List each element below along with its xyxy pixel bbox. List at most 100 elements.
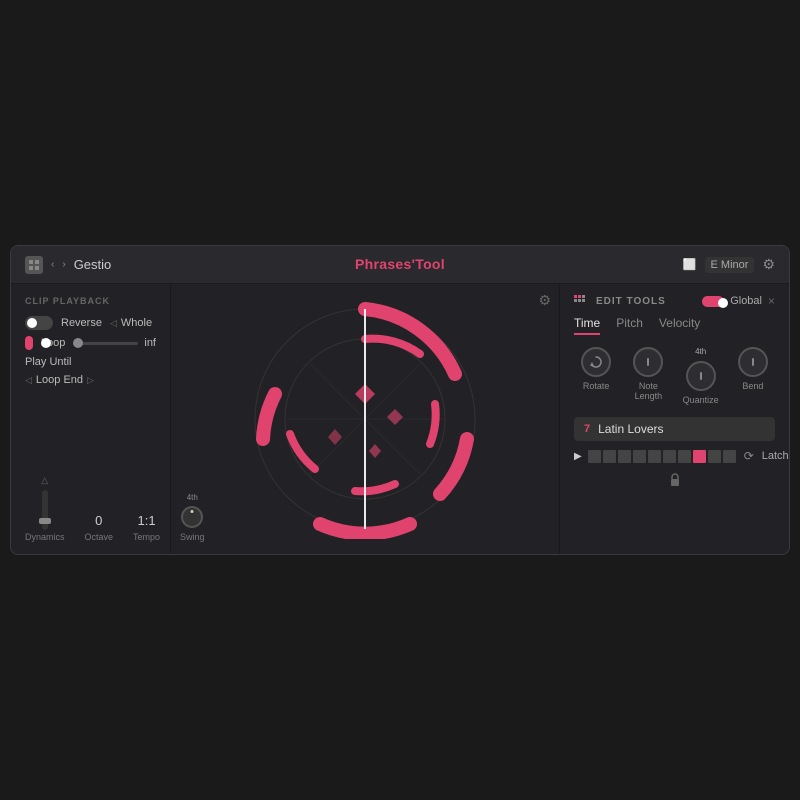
loop-toggle[interactable] [25,336,33,350]
edit-tools-header: EDIT TOOLS Global × [574,294,775,308]
loop-end-row: ◁ Loop End ▷ [25,374,156,386]
note-length-indicator [647,358,649,366]
note-length-label: Note Length [626,381,670,401]
playback-row: ▶ ⟳ Latch [574,449,775,463]
reverse-toggle[interactable] [25,316,53,330]
tempo-label: Tempo [133,532,160,542]
bend-indicator [752,358,754,366]
pb-block-10[interactable] [723,450,736,463]
latch-button[interactable]: Latch [762,450,789,462]
close-edit-tools-button[interactable]: × [768,294,775,308]
bottom-controls: △ Dynamics 0 Octave 1:1 Tempo 4th [25,467,156,542]
loop-inf-value: inf [144,337,156,349]
plugin-icon [25,256,43,274]
grid-icon [574,295,588,307]
pb-block-9[interactable] [708,450,721,463]
visualizer-settings-icon[interactable]: ⚙ [538,292,551,309]
main-content: CLIP PLAYBACK Reverse ◁ Whole Loop inf [11,284,789,554]
reverse-label: Reverse [61,317,102,329]
bend-label: Bend [742,381,763,391]
header-left: ‹ › Gestio [25,256,275,274]
phrase-number: 7 [584,423,590,435]
reverse-row: Reverse ◁ Whole [25,316,156,330]
save-icon[interactable]: ⬜ [683,258,697,271]
pb-block-4[interactable] [633,450,646,463]
global-label: Global [730,295,762,307]
quantize-knob[interactable] [686,361,716,391]
whole-prev-arrow[interactable]: ◁ [110,318,117,329]
note-length-tool[interactable]: Note Length [626,347,670,405]
lock-icon [574,473,775,490]
key-label[interactable]: E Minor [705,257,755,273]
tempo-value: 1:1 [138,513,156,528]
phrase-selector[interactable]: 7 Latin Lovers [574,417,775,441]
right-panel: EDIT TOOLS Global × Time Pitch Velocity [559,284,789,554]
pb-block-2[interactable] [603,450,616,463]
center-panel: ⚙ [171,284,559,554]
tab-pitch[interactable]: Pitch [616,316,643,335]
loop-end-control[interactable]: ◁ Loop End ▷ [25,374,94,386]
nav-forward-arrow[interactable]: › [62,259,65,270]
play-until-label: Play Until [25,356,71,368]
title-phrases: Phrases [355,256,412,272]
title-tool: Tool [415,256,445,272]
loop-playback-icon[interactable]: ⟳ [744,449,754,463]
whole-control[interactable]: ◁ Whole [110,317,152,329]
pb-block-7[interactable] [678,450,691,463]
rotate-label: Rotate [583,381,610,391]
global-toggle[interactable] [702,296,724,307]
tempo-control: 1:1 Tempo [133,513,160,542]
pb-block-6[interactable] [663,450,676,463]
playback-blocks [588,450,736,463]
dynamics-thumb[interactable] [39,518,51,524]
quantize-tool[interactable]: 4th Quantize [679,347,723,405]
settings-gear-icon[interactable]: ⚙ [762,256,775,273]
edit-tools-label: EDIT TOOLS [596,296,666,307]
dynamics-track[interactable] [42,490,48,530]
dynamics-fader: △ Dynamics [25,475,65,542]
app-title: Phrases'Tool [355,256,445,272]
pb-block-1[interactable] [588,450,601,463]
loop-end-prev[interactable]: ◁ [25,375,32,386]
octave-label: Octave [85,532,114,542]
pb-block-5[interactable] [648,450,661,463]
loop-track [73,342,138,345]
left-panel: CLIP PLAYBACK Reverse ◁ Whole Loop inf [11,284,171,554]
rotate-knob[interactable] [581,347,611,377]
pb-block-8[interactable] [693,450,706,463]
bend-knob[interactable] [738,347,768,377]
header-right: ⬜ E Minor ⚙ [525,256,775,273]
quantize-label: Quantize [683,395,719,405]
note-length-knob[interactable] [633,347,663,377]
tools-grid: Rotate Note Length 4th Quantize [574,347,775,405]
phrase-name: Latin Lovers [598,422,663,436]
loop-slider[interactable]: inf [73,337,156,349]
play-button[interactable]: ▶ [574,451,582,462]
tab-velocity[interactable]: Velocity [659,316,700,335]
nav-back-arrow[interactable]: ‹ [51,259,54,270]
octave-control: 0 Octave [85,513,114,542]
play-until-row: Play Until [25,356,156,368]
rotate-tool[interactable]: Rotate [574,347,618,405]
loop-row: Loop inf [25,336,156,350]
loop-end-value: Loop End [36,374,83,386]
loop-thumb[interactable] [73,338,83,348]
dynamics-up-arrow: △ [41,475,48,486]
global-toggle-row: Global × [702,294,775,308]
header-center: Phrases'Tool [275,256,525,274]
header-bar: ‹ › Gestio Phrases'Tool ⬜ E Minor ⚙ [11,246,789,284]
plugin-window: ‹ › Gestio Phrases'Tool ⬜ E Minor ⚙ CLIP… [10,245,790,555]
clip-playback-label: CLIP PLAYBACK [25,296,156,306]
quantize-4th-value: 4th [695,347,706,356]
loop-end-next[interactable]: ▷ [87,375,94,386]
dynamics-label: Dynamics [25,532,65,542]
plugin-name: Gestio [74,257,112,272]
tab-time[interactable]: Time [574,316,600,335]
bend-tool[interactable]: Bend [731,347,775,405]
edit-tools-tabs: Time Pitch Velocity [574,316,775,335]
quantize-indicator [700,372,702,380]
whole-value: Whole [121,317,152,329]
circle-visualizer[interactable] [245,299,485,539]
pb-block-3[interactable] [618,450,631,463]
octave-value: 0 [95,513,102,528]
